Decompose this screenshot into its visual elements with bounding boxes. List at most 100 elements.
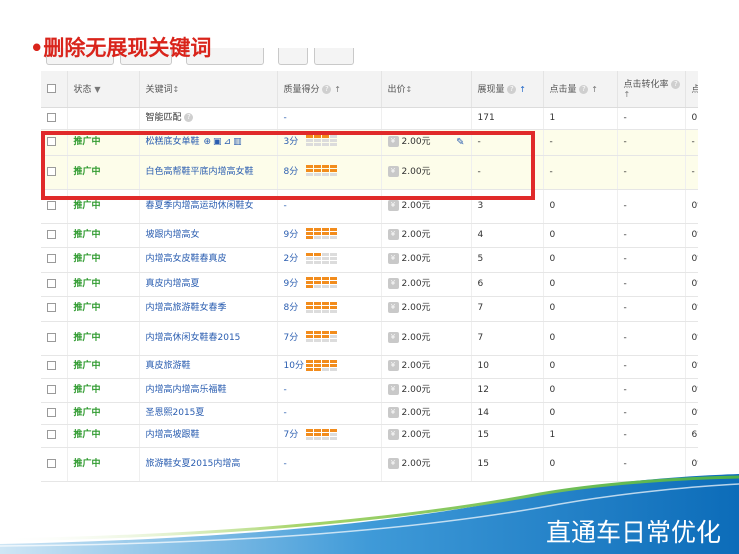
table-row[interactable]: 推广中 真皮旅游鞋 10分 ¥2.00元 10 0 - 0% [41, 355, 698, 379]
impressions-value: 5 [477, 254, 484, 264]
header-ctr-label: 点击转化率 [623, 80, 669, 91]
sort-ctr-icon[interactable]: ↑ [624, 90, 631, 99]
score-block [329, 335, 337, 339]
help-icon[interactable]: ? [671, 80, 681, 90]
score-block [329, 339, 337, 343]
score-block [321, 335, 329, 339]
score-block [329, 260, 337, 264]
keyword-link[interactable]: 真皮内增高夏 [146, 279, 200, 289]
clicks-value: 0 [549, 407, 556, 418]
row-checkbox[interactable] [47, 430, 56, 439]
row-checkbox[interactable] [47, 332, 56, 342]
quality-score: - [283, 200, 287, 211]
bid-value[interactable]: 2.00元 [402, 408, 431, 418]
header-status[interactable]: 状态 ▼ [67, 71, 140, 108]
table-row[interactable]: 推广中 内增高女皮鞋春真皮 2分 ¥2.00元 5 0 - 0% [41, 247, 698, 273]
table-row[interactable]: 推广中 真皮内增高夏 9分 ¥2.00元 6 0 - 0% [41, 272, 698, 297]
help-icon[interactable]: ? [507, 85, 517, 95]
row-checkbox[interactable] [47, 303, 56, 312]
score-block [313, 359, 321, 363]
table-row[interactable]: 智能匹配 ? - 171 1 - 0.5 [41, 107, 698, 130]
score-block [305, 436, 313, 440]
row-checkbox-cell[interactable] [41, 107, 68, 130]
quality-score-bars [305, 301, 337, 314]
row-checkbox-cell[interactable] [41, 272, 68, 297]
row-checkbox[interactable] [47, 458, 56, 468]
row-checkbox-cell[interactable] [41, 424, 68, 448]
row-checkbox-cell[interactable] [41, 321, 68, 356]
bid-value[interactable]: 2.00元 [402, 459, 431, 469]
sort-quality-icon[interactable]: ↑ [334, 85, 341, 94]
sort-clicks-icon[interactable]: ↑ [591, 85, 598, 94]
row-checkbox-cell[interactable] [41, 378, 68, 403]
table-row[interactable]: 推广中 圣恩熙2015夏 - ¥2.00元 14 0 - 0% [41, 402, 698, 425]
bid-value[interactable]: 2.00元 [402, 279, 431, 289]
bid-value[interactable]: 2.00元 [402, 385, 431, 395]
help-icon[interactable]: ? [579, 85, 589, 95]
table-row[interactable]: 推广中 坡跟内增高女 9分 ¥2.00元 4 0 - 0% [41, 223, 698, 248]
header-ctr[interactable]: 点击转化率 ? ↑ [617, 71, 686, 108]
row-checkbox-cell[interactable] [41, 296, 68, 322]
ctr-value: - [623, 278, 627, 289]
quality-score: 7分 [283, 430, 299, 441]
bid-value[interactable]: 2.00元 [402, 333, 431, 343]
row-checkbox-cell[interactable] [41, 223, 68, 248]
table-row[interactable]: 推广中 内增高休闲女鞋春2015 7分 ¥2.00元 7 0 - 0% [41, 321, 698, 356]
table-row[interactable]: 推广中 内增高旅游鞋女春季 8分 ¥2.00元 7 0 - 0% [41, 296, 698, 322]
impressions-value: 12 [477, 384, 489, 395]
keyword-link[interactable]: 内增高女皮鞋春真皮 [146, 254, 227, 264]
row-checkbox-cell[interactable] [41, 247, 68, 273]
keyword-link[interactable]: 内增高坡跟鞋 [146, 430, 200, 440]
keyword-link[interactable]: 内增高休闲女鞋春2015 [146, 333, 241, 343]
bid-value[interactable]: 2.00元 [402, 201, 431, 211]
row-checkbox-cell[interactable] [41, 402, 68, 425]
sort-keyword-icon[interactable]: ↕ [173, 85, 180, 94]
clicks-value: 0 [549, 458, 556, 469]
bid-value[interactable]: 2.00元 [402, 303, 431, 313]
keyword-link[interactable]: 春夏季内增高运动休闲鞋女 [146, 201, 254, 211]
help-icon[interactable]: ? [184, 112, 194, 122]
keyword-link[interactable]: 坡跟内增高女 [146, 230, 200, 240]
keyword-link[interactable]: 圣恩熙2015夏 [146, 408, 205, 418]
score-block [313, 281, 321, 285]
bid-value[interactable]: 2.00元 [402, 254, 431, 264]
score-block [305, 285, 313, 289]
bid-value[interactable]: 2.00元 [402, 430, 431, 440]
row-checkbox[interactable] [47, 407, 56, 417]
help-icon[interactable]: ? [322, 85, 332, 95]
clicks-value: 1 [549, 430, 556, 440]
keyword-link[interactable]: 内增高内增高乐福鞋 [146, 385, 227, 395]
header-keyword[interactable]: 关键词↕ [139, 71, 278, 108]
score-block [313, 285, 321, 289]
row-checkbox[interactable] [47, 200, 56, 210]
sort-impressions-active-icon[interactable]: ↑ [519, 85, 526, 94]
header-last[interactable]: 点击 [685, 71, 698, 108]
row-checkbox[interactable] [47, 361, 56, 370]
header-bid[interactable]: 出价↕ [381, 71, 472, 108]
impressions-value: 4 [477, 229, 484, 240]
row-checkbox[interactable] [47, 384, 56, 394]
sort-bid-icon[interactable]: ↕ [406, 85, 413, 94]
score-block [313, 305, 321, 309]
toolbar-button-4[interactable] [278, 48, 308, 65]
row-checkbox-cell[interactable] [41, 355, 68, 379]
bid-value[interactable]: 2.00元 [402, 230, 431, 240]
row-checkbox[interactable] [47, 278, 56, 288]
row-checkbox[interactable] [47, 112, 56, 122]
row-checkbox[interactable] [47, 229, 56, 239]
table-row[interactable]: 推广中 内增高坡跟鞋 7分 ¥2.00元 15 1 - 6.6 [41, 424, 698, 448]
header-clicks[interactable]: 点击量 ? ↑ [543, 71, 618, 108]
table-row[interactable]: 推广中 内增高内增高乐福鞋 - ¥2.00元 12 0 - 0% [41, 378, 698, 403]
toolbar-button-5[interactable] [314, 48, 354, 65]
select-all-checkbox-cell[interactable] [41, 71, 68, 108]
status-filter-icon[interactable]: ▼ [94, 85, 100, 94]
select-all-checkbox[interactable] [47, 83, 56, 93]
keyword-link[interactable]: 内增高旅游鞋女春季 [146, 303, 227, 313]
bid-value[interactable]: 2.00元 [402, 361, 431, 371]
keyword-link[interactable]: 智能匹配 [146, 113, 182, 123]
keyword-link[interactable]: 真皮旅游鞋 [146, 361, 191, 371]
row-checkbox[interactable] [47, 254, 56, 263]
header-impressions[interactable]: 展现量 ? ↑ [471, 71, 544, 108]
keyword-link[interactable]: 旅游鞋女夏2015内增高 [146, 459, 241, 469]
header-quality[interactable]: 质量得分 ? ↑ [277, 71, 382, 108]
